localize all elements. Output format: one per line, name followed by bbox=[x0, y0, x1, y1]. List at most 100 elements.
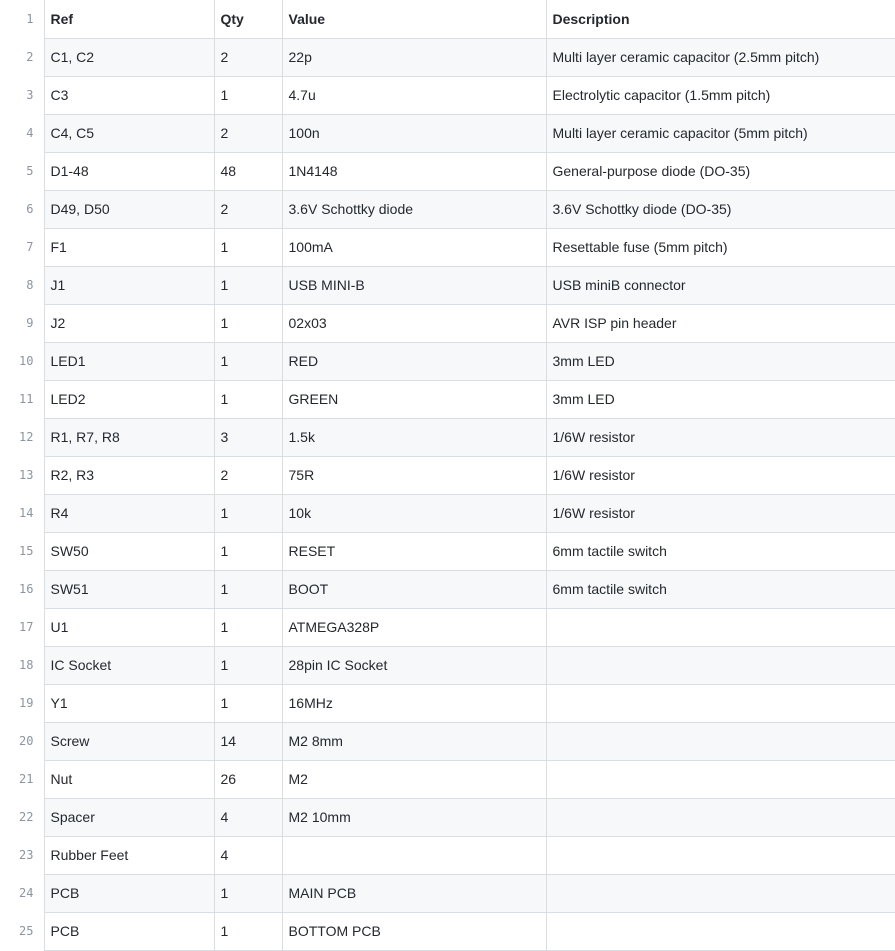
qty-cell: 1 bbox=[214, 570, 283, 609]
description-cell bbox=[546, 684, 895, 723]
ref-cell: SW51 bbox=[44, 570, 215, 609]
line-number[interactable]: 20 bbox=[0, 722, 45, 760]
description-cell: 1/6W resistor bbox=[546, 456, 895, 495]
value-cell: 16MHz bbox=[282, 684, 547, 723]
ref-cell: J2 bbox=[44, 304, 215, 343]
qty-cell: 2 bbox=[214, 114, 283, 153]
table-row: 6 D49, D50 2 3.6V Schottky diode 3.6V Sc… bbox=[0, 190, 895, 229]
ref-cell: Y1 bbox=[44, 684, 215, 723]
line-number[interactable]: 5 bbox=[0, 152, 45, 190]
qty-cell: 1 bbox=[214, 912, 283, 951]
line-number[interactable]: 14 bbox=[0, 494, 45, 532]
qty-cell: 14 bbox=[214, 722, 283, 761]
table-row: 17 U1 1 ATMEGA328P bbox=[0, 608, 895, 647]
header-value: Value bbox=[282, 0, 547, 39]
description-cell bbox=[546, 722, 895, 761]
value-cell: 4.7u bbox=[282, 76, 547, 115]
value-cell: 100mA bbox=[282, 228, 547, 267]
ref-cell: J1 bbox=[44, 266, 215, 305]
qty-cell: 1 bbox=[214, 532, 283, 571]
value-cell: USB MINI-B bbox=[282, 266, 547, 305]
value-cell: 1N4148 bbox=[282, 152, 547, 191]
value-cell: MAIN PCB bbox=[282, 874, 547, 913]
description-cell bbox=[546, 798, 895, 837]
line-number[interactable]: 10 bbox=[0, 342, 45, 380]
line-number[interactable]: 3 bbox=[0, 76, 45, 114]
ref-cell: R2, R3 bbox=[44, 456, 215, 495]
table-row: 12 R1, R7, R8 3 1.5k 1/6W resistor bbox=[0, 418, 895, 457]
table-row: 25 PCB 1 BOTTOM PCB bbox=[0, 912, 895, 951]
line-number[interactable]: 9 bbox=[0, 304, 45, 342]
line-number[interactable]: 4 bbox=[0, 114, 45, 152]
value-cell: BOOT bbox=[282, 570, 547, 609]
qty-cell: 3 bbox=[214, 418, 283, 457]
qty-cell: 2 bbox=[214, 38, 283, 77]
description-cell: Multi layer ceramic capacitor (5mm pitch… bbox=[546, 114, 895, 153]
qty-cell: 1 bbox=[214, 228, 283, 267]
line-number[interactable]: 11 bbox=[0, 380, 45, 418]
table-row: 3 C3 1 4.7u Electrolytic capacitor (1.5m… bbox=[0, 76, 895, 115]
ref-cell: F1 bbox=[44, 228, 215, 267]
line-number[interactable]: 7 bbox=[0, 228, 45, 266]
line-number[interactable]: 25 bbox=[0, 912, 45, 950]
description-cell: Multi layer ceramic capacitor (2.5mm pit… bbox=[546, 38, 895, 77]
line-number[interactable]: 15 bbox=[0, 532, 45, 570]
qty-cell: 1 bbox=[214, 380, 283, 419]
line-number[interactable]: 1 bbox=[0, 0, 45, 38]
value-cell: 75R bbox=[282, 456, 547, 495]
value-cell: 100n bbox=[282, 114, 547, 153]
table-row: 8 J1 1 USB MINI-B USB miniB connector bbox=[0, 266, 895, 305]
table-row: 5 D1-48 48 1N4148 General-purpose diode … bbox=[0, 152, 895, 191]
line-number[interactable]: 12 bbox=[0, 418, 45, 456]
ref-cell: LED2 bbox=[44, 380, 215, 419]
table-row: 24 PCB 1 MAIN PCB bbox=[0, 874, 895, 913]
line-number[interactable]: 19 bbox=[0, 684, 45, 722]
qty-cell: 26 bbox=[214, 760, 283, 799]
line-number[interactable]: 23 bbox=[0, 836, 45, 874]
table-row: 23 Rubber Feet 4 bbox=[0, 836, 895, 875]
table-row: 10 LED1 1 RED 3mm LED bbox=[0, 342, 895, 381]
ref-cell: C4, C5 bbox=[44, 114, 215, 153]
ref-cell: D49, D50 bbox=[44, 190, 215, 229]
value-cell: 1.5k bbox=[282, 418, 547, 457]
line-number[interactable]: 22 bbox=[0, 798, 45, 836]
line-number[interactable]: 18 bbox=[0, 646, 45, 684]
description-cell: Resettable fuse (5mm pitch) bbox=[546, 228, 895, 267]
value-cell: 3.6V Schottky diode bbox=[282, 190, 547, 229]
table-header-row: 1 Ref Qty Value Description bbox=[0, 0, 895, 39]
table-row: 22 Spacer 4 M2 10mm bbox=[0, 798, 895, 837]
qty-cell: 48 bbox=[214, 152, 283, 191]
description-cell: AVR ISP pin header bbox=[546, 304, 895, 343]
qty-cell: 1 bbox=[214, 494, 283, 533]
table-row: 9 J2 1 02x03 AVR ISP pin header bbox=[0, 304, 895, 343]
description-cell bbox=[546, 646, 895, 685]
table-row: 13 R2, R3 2 75R 1/6W resistor bbox=[0, 456, 895, 495]
line-number[interactable]: 6 bbox=[0, 190, 45, 228]
table-row: 11 LED2 1 GREEN 3mm LED bbox=[0, 380, 895, 419]
ref-cell: LED1 bbox=[44, 342, 215, 381]
description-cell bbox=[546, 836, 895, 875]
ref-cell: Rubber Feet bbox=[44, 836, 215, 875]
qty-cell: 2 bbox=[214, 456, 283, 495]
line-number[interactable]: 24 bbox=[0, 874, 45, 912]
ref-cell: PCB bbox=[44, 912, 215, 951]
line-number[interactable]: 17 bbox=[0, 608, 45, 646]
qty-cell: 1 bbox=[214, 342, 283, 381]
description-cell bbox=[546, 874, 895, 913]
value-cell: M2 8mm bbox=[282, 722, 547, 761]
table-row: 4 C4, C5 2 100n Multi layer ceramic capa… bbox=[0, 114, 895, 153]
description-cell bbox=[546, 912, 895, 951]
ref-cell: IC Socket bbox=[44, 646, 215, 685]
value-cell: RED bbox=[282, 342, 547, 381]
line-number[interactable]: 2 bbox=[0, 38, 45, 76]
description-cell: 1/6W resistor bbox=[546, 418, 895, 457]
description-cell: 6mm tactile switch bbox=[546, 532, 895, 571]
table-row: 7 F1 1 100mA Resettable fuse (5mm pitch) bbox=[0, 228, 895, 267]
qty-cell: 4 bbox=[214, 836, 283, 875]
qty-cell: 1 bbox=[214, 874, 283, 913]
line-number[interactable]: 13 bbox=[0, 456, 45, 494]
description-cell: General-purpose diode (DO-35) bbox=[546, 152, 895, 191]
line-number[interactable]: 8 bbox=[0, 266, 45, 304]
line-number[interactable]: 16 bbox=[0, 570, 45, 608]
line-number[interactable]: 21 bbox=[0, 760, 45, 798]
